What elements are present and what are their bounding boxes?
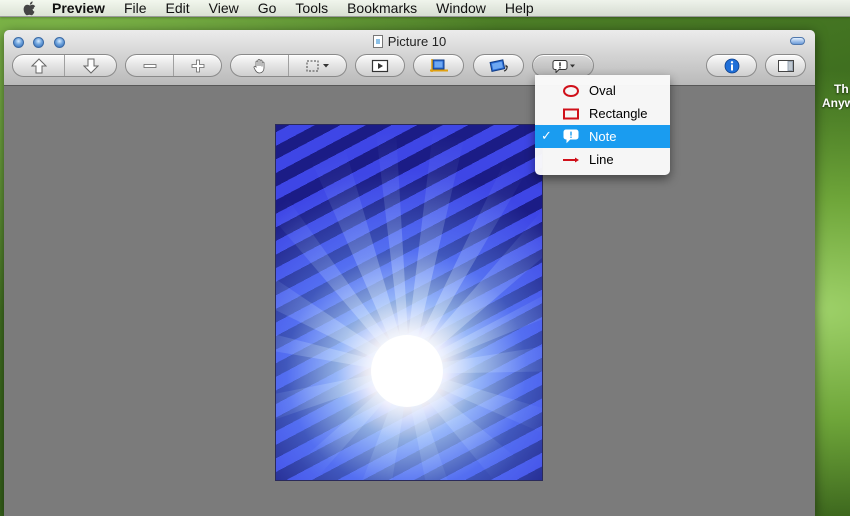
rotate-group (473, 54, 524, 77)
menu-file[interactable]: File (124, 0, 147, 16)
inspector-button[interactable] (707, 55, 756, 76)
menu-edit[interactable]: Edit (166, 0, 190, 16)
menu-item-oval[interactable]: Oval (535, 79, 670, 102)
toolbar-toggle-button[interactable] (790, 37, 805, 45)
marquee-select-icon (305, 59, 331, 73)
slideshow-icon (371, 59, 389, 73)
document-proxy-icon[interactable] (372, 34, 383, 48)
menu-go[interactable]: Go (258, 0, 277, 16)
crop-group (413, 54, 464, 77)
tool-mode-group (230, 54, 347, 77)
select-tool-button[interactable] (288, 55, 346, 76)
desktop-label-line-1: Th (834, 82, 849, 96)
menu-item-rectangle[interactable]: Rectangle (535, 102, 670, 125)
note-icon (560, 128, 582, 145)
info-icon (724, 58, 740, 74)
annotate-button[interactable] (533, 55, 593, 76)
document-image[interactable] (275, 124, 543, 481)
menu-app-name[interactable]: Preview (52, 0, 105, 16)
zoom-in-button[interactable] (173, 55, 221, 76)
arrow-up-icon (30, 57, 47, 74)
plus-icon (191, 59, 205, 73)
preview-window: Picture 10 (4, 30, 815, 516)
menu-item-note[interactable]: ✓ Note (535, 125, 670, 148)
window-title-text: Picture 10 (387, 33, 447, 49)
move-tool-button[interactable] (231, 55, 288, 76)
annotate-group (532, 54, 594, 77)
menu-item-note-label: Note (589, 129, 617, 144)
sidebar-group (765, 54, 806, 77)
menu-window[interactable]: Window (436, 0, 486, 16)
rotate-icon (489, 58, 509, 74)
arrow-down-icon (82, 58, 99, 74)
menu-item-rectangle-label: Rectangle (589, 106, 648, 121)
crop-button[interactable] (414, 55, 463, 76)
apple-icon[interactable] (20, 0, 38, 17)
note-icon (548, 59, 578, 73)
menu-item-line[interactable]: Line (535, 148, 670, 171)
line-icon (560, 151, 582, 168)
oval-icon (560, 82, 582, 99)
menu-item-line-label: Line (589, 152, 614, 167)
desktop-label: Th Anyw (820, 82, 850, 110)
inspector-group (706, 54, 757, 77)
window-title: Picture 10 (4, 33, 815, 49)
annotate-menu: Oval Rectangle ✓ Note Line (535, 75, 670, 175)
menu-bar: Preview File Edit View Go Tools Bookmark… (0, 0, 850, 17)
zoom-group (125, 54, 222, 77)
hand-icon (252, 58, 268, 74)
menu-item-note-check: ✓ (541, 128, 552, 143)
menu-view[interactable]: View (209, 0, 239, 16)
rotate-button[interactable] (474, 55, 523, 76)
menu-help[interactable]: Help (505, 0, 534, 16)
rectangle-icon (560, 105, 582, 122)
desktop-label-line-2: Anyw (822, 96, 850, 110)
prev-next-group (12, 54, 117, 77)
menu-bookmarks[interactable]: Bookmarks (347, 0, 417, 16)
previous-button[interactable] (13, 55, 64, 76)
next-button[interactable] (64, 55, 116, 76)
slideshow-button[interactable] (356, 55, 404, 76)
menu-tools[interactable]: Tools (295, 0, 328, 16)
menu-item-oval-label: Oval (589, 83, 616, 98)
slideshow-group (355, 54, 405, 77)
zoom-out-button[interactable] (126, 55, 173, 76)
title-bar: Picture 10 (4, 30, 815, 86)
minus-icon (143, 59, 157, 73)
document-area[interactable] (4, 86, 815, 516)
crop-icon (429, 58, 449, 74)
sidebar-button[interactable] (766, 55, 805, 76)
sidebar-icon (777, 59, 795, 73)
